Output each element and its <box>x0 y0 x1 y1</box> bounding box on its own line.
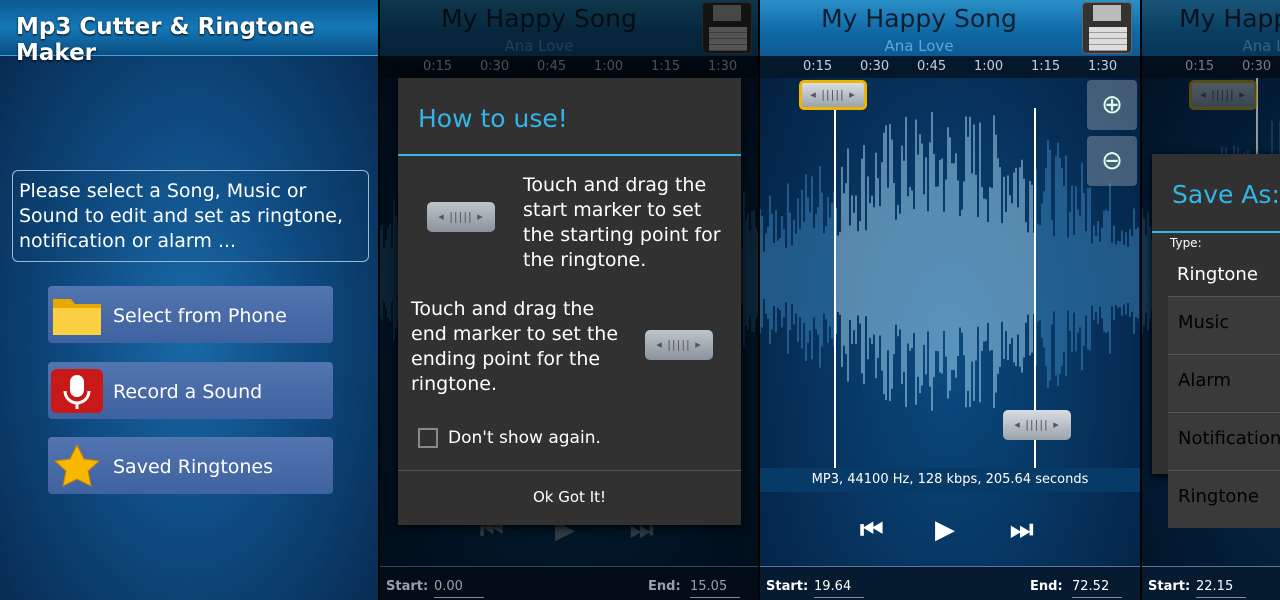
option-alarm[interactable]: Alarm <box>1168 354 1280 412</box>
how-to-use-dialog: How to use! ◂ ||||| ▸ Touch and drag the… <box>398 78 741 525</box>
saved-ringtones-button[interactable]: Saved Ringtones <box>48 437 333 494</box>
song-title: My Happy Song <box>821 4 1017 33</box>
end-label: End: <box>648 579 681 594</box>
dont-show-label: Don't show again. <box>448 428 601 448</box>
ok-button[interactable]: Ok Got It! <box>398 470 741 525</box>
timeline: 0:15 0:30 0:45 1:00 1:15 1:30 <box>760 56 1140 78</box>
button-label: Saved Ringtones <box>113 455 274 478</box>
dialog-title: Save As: <box>1172 180 1280 209</box>
range-bar: Start: 19.64 End: 72.52 <box>760 566 1140 600</box>
end-marker[interactable]: ◂ ||||| ▸ <box>1003 410 1071 440</box>
end-label: End: <box>1030 579 1063 594</box>
start-field[interactable]: 22.15 <box>1196 579 1246 598</box>
type-select[interactable]: Ringtone <box>1177 264 1258 285</box>
waveform[interactable] <box>760 78 1140 468</box>
end-marker-icon: ◂ ||||| ▸ <box>645 330 713 360</box>
option-music[interactable]: Music <box>1168 296 1280 354</box>
start-field[interactable]: 0.00 <box>434 579 484 598</box>
tick: 1:00 <box>974 59 1004 74</box>
app-title: Mp3 Cutter & Ringtone Maker <box>16 14 315 66</box>
tick: 0:30 <box>860 59 890 74</box>
tick: 1:15 <box>1031 59 1061 74</box>
play-icon[interactable]: ▶ <box>935 515 955 545</box>
record-sound-button[interactable]: Record a Sound <box>48 362 333 419</box>
file-info: MP3, 44100 Hz, 128 kbps, 205.64 seconds <box>760 468 1140 492</box>
editor-screen: My Happy Song Ana Love 0:15 0:30 0:45 1:00 1:… <box>760 0 1140 600</box>
app-bar: Mp3 Cutter & Ringtone Maker <box>0 0 378 66</box>
dialog-title: How to use! <box>418 104 568 133</box>
start-field[interactable]: 19.64 <box>814 579 864 598</box>
save-as-screen: My Happy SongAna Love 0:150:30 ◂ ||||| ▸… <box>1142 0 1280 600</box>
editor: My Happy Song Ana Love 0:15 0:30 0:45 1:00 1:… <box>760 0 1140 600</box>
dont-show-checkbox[interactable] <box>418 428 438 448</box>
tick: 0:15 <box>803 59 833 74</box>
button-label: Record a Sound <box>113 380 263 403</box>
instruction-box: Please select a Song, Music or Sound to … <box>12 170 369 262</box>
editor-howto-screen: My Happy SongAna Love 0:150:300:451:001:… <box>380 0 758 600</box>
home-screen: Mp3 Cutter & Ringtone Maker Please selec… <box>0 0 378 600</box>
editor-header: My Happy Song Ana Love <box>760 0 1140 56</box>
option-notification[interactable]: Notification <box>1168 412 1280 470</box>
divider <box>398 154 741 156</box>
previous-icon[interactable]: ⏮ <box>860 515 883 546</box>
save-icon[interactable] <box>1082 2 1132 54</box>
start-label: Start: <box>1148 579 1191 594</box>
start-marker[interactable]: ◂ ||||| ▸ <box>799 80 867 110</box>
button-label: Select from Phone <box>113 304 287 327</box>
range-bar: Start: 22.15 <box>1142 566 1280 600</box>
start-marker-icon: ◂ ||||| ▸ <box>427 202 495 232</box>
star-icon <box>53 443 101 487</box>
tick: 0:45 <box>917 59 947 74</box>
start-instruction: Touch and drag the start marker to set t… <box>523 174 721 271</box>
zoom-out-icon[interactable]: ⊖ <box>1087 136 1137 186</box>
start-label: Start: <box>766 579 809 594</box>
type-label: Type: <box>1170 236 1202 250</box>
folder-icon <box>53 298 101 335</box>
option-ringtone[interactable]: Ringtone <box>1168 470 1280 528</box>
select-from-phone-button[interactable]: Select from Phone <box>48 286 333 343</box>
start-label: Start: <box>386 579 429 594</box>
zoom-in-icon[interactable]: ⊕ <box>1087 80 1137 130</box>
range-bar: Start: 0.00 End: 15.05 <box>380 566 758 600</box>
end-instruction: Touch and drag the end marker to set the… <box>411 298 619 395</box>
divider <box>1152 231 1280 233</box>
tick: 1:30 <box>1088 59 1118 74</box>
end-field[interactable]: 72.52 <box>1072 579 1122 598</box>
microphone-icon <box>51 368 103 413</box>
end-field[interactable]: 15.05 <box>690 579 740 598</box>
next-icon[interactable]: ⏭ <box>1010 515 1033 546</box>
artist-name: Ana Love <box>884 37 954 55</box>
